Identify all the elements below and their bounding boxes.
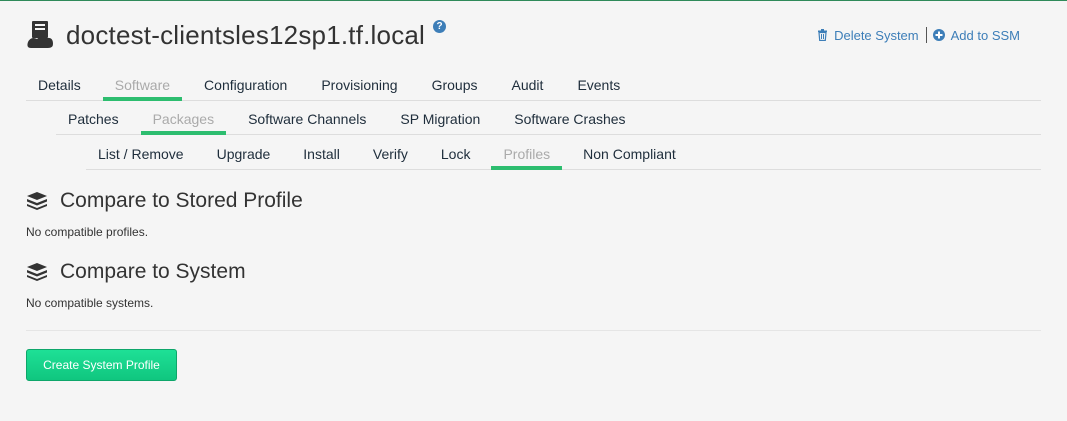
action-separator xyxy=(925,27,927,43)
section-stored-profile-heading: Compare to Stored Profile xyxy=(26,189,303,213)
subtab-packages[interactable]: Packages xyxy=(140,103,227,135)
boxes-icon xyxy=(27,263,47,281)
delete-system-link[interactable]: Delete System xyxy=(817,28,919,43)
divider xyxy=(26,330,1041,331)
subtab-sp-migration[interactable]: SP Migration xyxy=(388,103,492,134)
subtab-software-channels[interactable]: Software Channels xyxy=(236,103,378,134)
software-subtabs: Patches Packages Software Channels SP Mi… xyxy=(56,103,1041,135)
section-title: Compare to Stored Profile xyxy=(60,189,303,212)
no-systems-text: No compatible systems. xyxy=(26,296,154,310)
plus-circle-icon xyxy=(932,29,945,41)
subtab-upgrade[interactable]: Upgrade xyxy=(205,138,283,169)
add-to-ssm-label: Add to SSM xyxy=(950,27,1020,43)
trash-icon xyxy=(818,29,828,41)
no-profiles-text: No compatible profiles. xyxy=(26,225,149,239)
tab-details[interactable]: Details xyxy=(26,69,93,100)
page-title: doctest-clientsles12sp1.tf.local xyxy=(66,19,426,50)
tab-provisioning[interactable]: Provisioning xyxy=(309,69,409,100)
subtab-lock[interactable]: Lock xyxy=(429,138,483,169)
subtab-non-compliant[interactable]: Non Compliant xyxy=(571,138,688,169)
create-system-profile-button[interactable]: Create System Profile xyxy=(26,349,177,381)
tab-configuration[interactable]: Configuration xyxy=(192,69,299,100)
tab-groups[interactable]: Groups xyxy=(420,69,490,100)
subtab-software-crashes[interactable]: Software Crashes xyxy=(502,103,637,134)
page-header: doctest-clientsles12sp1.tf.local ? xyxy=(26,15,447,55)
packages-subtabs: List / Remove Upgrade Install Verify Loc… xyxy=(86,138,1041,170)
subtab-install[interactable]: Install xyxy=(291,138,352,169)
server-icon xyxy=(27,21,53,48)
main-tabs: Details Software Configuration Provision… xyxy=(26,69,1041,101)
tab-software[interactable]: Software xyxy=(102,69,183,101)
tab-events[interactable]: Events xyxy=(565,69,632,100)
subtab-verify[interactable]: Verify xyxy=(361,138,420,169)
help-icon[interactable]: ? xyxy=(433,19,447,33)
section-system-heading: Compare to System xyxy=(26,260,246,284)
boxes-icon xyxy=(27,192,47,210)
subtab-patches[interactable]: Patches xyxy=(56,103,131,134)
add-to-ssm-link[interactable]: Add to SSM xyxy=(932,27,1020,43)
subtab-list-remove[interactable]: List / Remove xyxy=(86,138,196,169)
delete-system-label: Delete System xyxy=(834,27,919,43)
subtab-profiles[interactable]: Profiles xyxy=(491,138,562,170)
tab-audit[interactable]: Audit xyxy=(500,69,556,100)
section-title: Compare to System xyxy=(60,260,246,283)
system-actions: Delete System Add to SSM xyxy=(817,27,1020,43)
